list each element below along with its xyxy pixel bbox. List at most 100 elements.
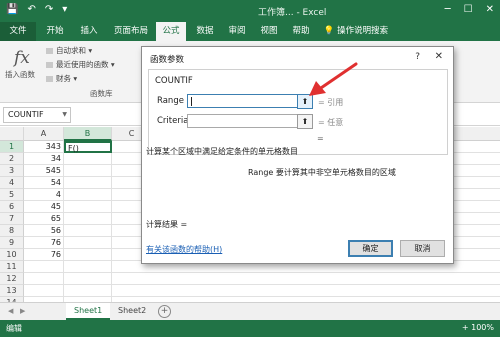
scroll-right-icon[interactable]: ▶ bbox=[20, 307, 25, 315]
row-header[interactable]: 2 bbox=[0, 153, 24, 165]
chevron-down-icon[interactable]: ▼ bbox=[62, 108, 67, 122]
criteria-label: Criteria bbox=[157, 116, 189, 126]
undo-icon[interactable]: ↶ bbox=[27, 4, 35, 15]
cell-b[interactable] bbox=[64, 261, 112, 273]
add-sheet-button[interactable]: + bbox=[158, 305, 171, 318]
criteria-input[interactable] bbox=[187, 114, 308, 128]
tab-formulas[interactable]: 公式 bbox=[156, 22, 186, 41]
sheet-tab-sheet2[interactable]: Sheet2 bbox=[110, 303, 154, 320]
autosum-button[interactable]: 自动求和 ▾ bbox=[46, 45, 92, 56]
cell-a[interactable]: 34 bbox=[24, 153, 64, 165]
cell-b[interactable] bbox=[64, 285, 112, 297]
row-header[interactable]: 11 bbox=[0, 261, 24, 273]
row-header[interactable]: 8 bbox=[0, 225, 24, 237]
cancel-button[interactable]: 取消 bbox=[400, 240, 445, 257]
cell-b[interactable] bbox=[64, 177, 112, 189]
function-help-link[interactable]: 有关该函数的帮助(H) bbox=[146, 244, 222, 255]
row-header[interactable]: 13 bbox=[0, 285, 24, 297]
minimize-icon[interactable]: ─ bbox=[445, 4, 451, 15]
tab-review[interactable]: 审阅 bbox=[222, 22, 252, 41]
cell-b[interactable] bbox=[64, 201, 112, 213]
cell-a[interactable]: 65 bbox=[24, 213, 64, 225]
cell-b[interactable] bbox=[64, 213, 112, 225]
function-args-group: COUNTIF Range ⬆ = 引用 Criteria ⬆ = 任意 bbox=[148, 69, 448, 155]
sheet-tab-bar: ◀ ▶ Sheet1 Sheet2 + bbox=[0, 302, 500, 320]
sheet-tab-sheet1[interactable]: Sheet1 bbox=[66, 303, 111, 320]
cell-a[interactable] bbox=[24, 285, 64, 297]
tab-file[interactable]: 文件 bbox=[0, 22, 36, 41]
quick-access-toolbar: 💾 ↶ ↷ ▾ bbox=[6, 4, 67, 15]
redo-icon[interactable]: ↷ bbox=[45, 4, 53, 15]
window-controls: ─ ☐ ✕ bbox=[445, 4, 494, 15]
function-name: COUNTIF bbox=[155, 76, 193, 86]
customize-icon[interactable]: ▾ bbox=[62, 4, 67, 15]
formula-result-equals: = bbox=[317, 134, 324, 143]
cell-b[interactable] bbox=[64, 273, 112, 285]
row-header[interactable]: 1 bbox=[0, 141, 24, 153]
row-header[interactable]: 12 bbox=[0, 273, 24, 285]
insert-function-button[interactable]: 插入函数 bbox=[5, 69, 35, 80]
cell-b[interactable] bbox=[64, 237, 112, 249]
name-box-value: COUNTIF bbox=[8, 110, 44, 119]
cell-a[interactable]: 343 bbox=[24, 141, 64, 153]
ok-button[interactable]: 确定 bbox=[348, 240, 393, 257]
insert-function-icon[interactable]: fx bbox=[14, 48, 30, 68]
row-header[interactable]: 9 bbox=[0, 237, 24, 249]
tab-page-layout[interactable]: 页面布局 bbox=[108, 22, 154, 41]
cell-a[interactable]: 545 bbox=[24, 165, 64, 177]
range-input[interactable] bbox=[187, 94, 308, 108]
active-cell-b1[interactable]: F() bbox=[64, 141, 112, 153]
tab-data[interactable]: 数据 bbox=[190, 22, 220, 41]
name-box[interactable]: COUNTIF ▼ bbox=[3, 107, 71, 123]
select-all-corner[interactable] bbox=[0, 127, 24, 141]
financial-icon bbox=[46, 76, 53, 82]
ribbon-tabs: 文件 开始 插入 页面布局 公式 数据 审阅 视图 帮助 💡 操作说明搜索 bbox=[0, 22, 500, 41]
row-header[interactable]: 3 bbox=[0, 165, 24, 177]
calculation-result: 计算结果 = bbox=[146, 220, 188, 229]
recently-used-button[interactable]: 最近使用的函数 ▾ bbox=[46, 59, 115, 70]
tab-home[interactable]: 开始 bbox=[40, 22, 70, 41]
criteria-collapse-button[interactable]: ⬆ bbox=[297, 114, 313, 129]
cell-a[interactable]: 4 bbox=[24, 189, 64, 201]
row-header[interactable]: 10 bbox=[0, 249, 24, 261]
column-header-a[interactable]: A bbox=[24, 127, 64, 141]
cell-a[interactable] bbox=[24, 261, 64, 273]
range-collapse-button[interactable]: ⬆ bbox=[297, 94, 313, 109]
save-icon[interactable]: 💾 bbox=[6, 4, 18, 15]
recently-used-label: 最近使用的函数 ▾ bbox=[56, 60, 115, 69]
tab-view[interactable]: 视图 bbox=[254, 22, 284, 41]
cell-b[interactable] bbox=[64, 225, 112, 237]
cell-b[interactable] bbox=[64, 153, 112, 165]
cell-a[interactable]: 76 bbox=[24, 237, 64, 249]
dialog-close-icon[interactable]: ✕ bbox=[435, 51, 443, 62]
status-bar: 编辑 + 100% bbox=[0, 320, 500, 337]
zoom-level[interactable]: + 100% bbox=[462, 323, 494, 332]
cell-b[interactable] bbox=[64, 189, 112, 201]
tell-me-search[interactable]: 💡 操作说明搜索 bbox=[320, 22, 392, 41]
tab-help[interactable]: 帮助 bbox=[286, 22, 316, 41]
column-header-b[interactable]: B bbox=[64, 127, 112, 141]
row-header[interactable]: 4 bbox=[0, 177, 24, 189]
close-icon[interactable]: ✕ bbox=[486, 4, 494, 15]
cell-a[interactable]: 45 bbox=[24, 201, 64, 213]
row-cells[interactable] bbox=[112, 285, 500, 297]
financial-button[interactable]: 财务 ▾ bbox=[46, 73, 77, 84]
cell-a[interactable]: 54 bbox=[24, 177, 64, 189]
maximize-icon[interactable]: ☐ bbox=[464, 4, 473, 15]
row-header[interactable]: 7 bbox=[0, 213, 24, 225]
row-header[interactable]: 6 bbox=[0, 201, 24, 213]
lightbulb-icon: 💡 bbox=[323, 26, 335, 36]
scroll-left-icon[interactable]: ◀ bbox=[8, 307, 13, 315]
row-cells[interactable] bbox=[112, 273, 500, 285]
cell-a[interactable]: 56 bbox=[24, 225, 64, 237]
row-header[interactable]: 5 bbox=[0, 189, 24, 201]
cell-a[interactable]: 76 bbox=[24, 249, 64, 261]
text-caret bbox=[191, 97, 192, 106]
cell-a[interactable] bbox=[24, 273, 64, 285]
sigma-icon bbox=[46, 48, 53, 54]
function-arguments-dialog: 函数参数 ? ✕ COUNTIF Range ⬆ = 引用 Criteria ⬆… bbox=[141, 46, 454, 264]
help-icon[interactable]: ? bbox=[415, 52, 420, 62]
tab-insert[interactable]: 插入 bbox=[74, 22, 104, 41]
cell-b[interactable] bbox=[64, 165, 112, 177]
cell-b[interactable] bbox=[64, 249, 112, 261]
